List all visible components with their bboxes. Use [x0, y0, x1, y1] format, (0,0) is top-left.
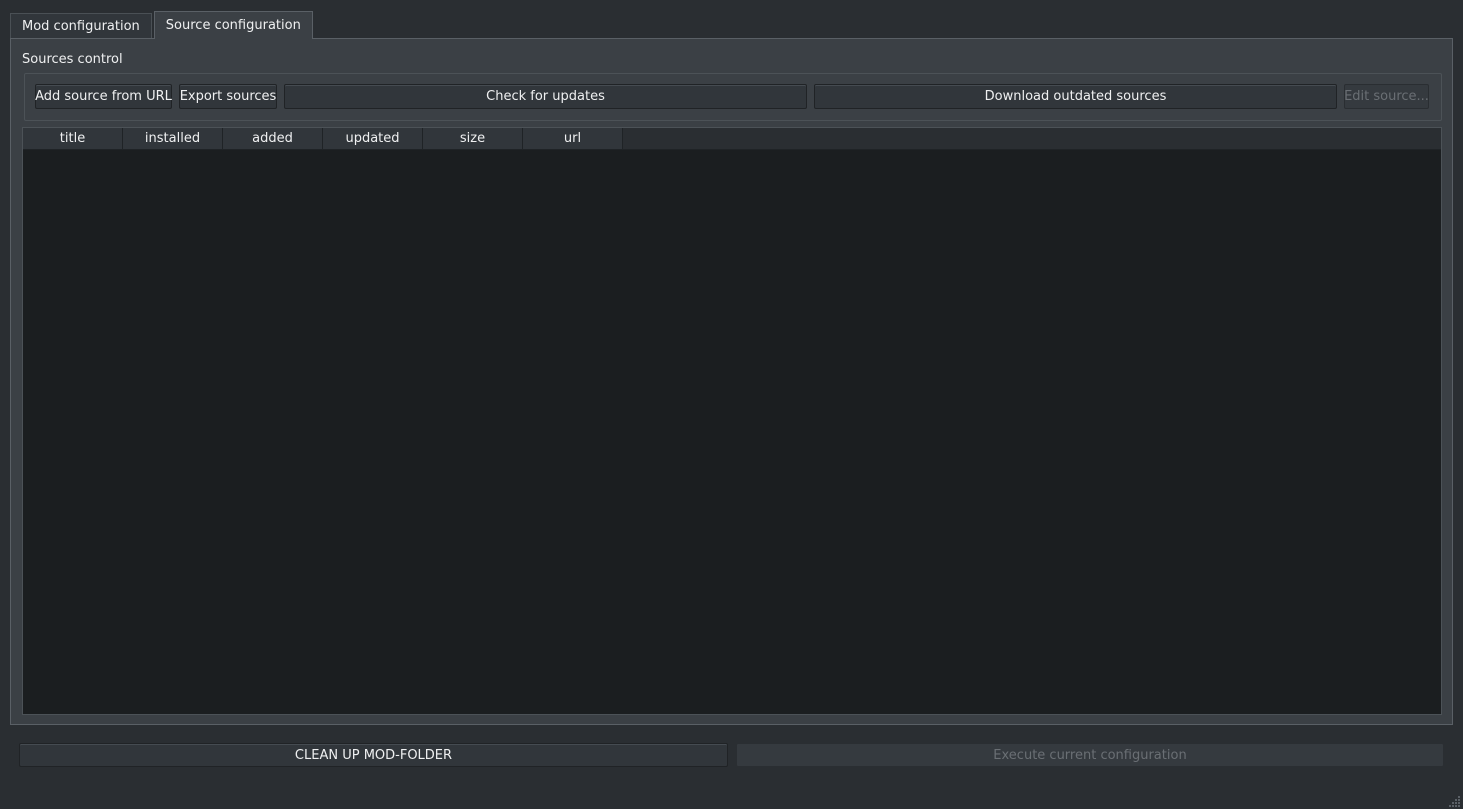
- column-header-size[interactable]: size: [423, 128, 523, 150]
- table-header-filler: [623, 128, 1441, 150]
- column-header-installed[interactable]: installed: [123, 128, 223, 150]
- tab-label: Mod configuration: [22, 19, 140, 34]
- execute-current-configuration-button: Execute current configuration: [736, 743, 1444, 767]
- column-header-added[interactable]: added: [223, 128, 323, 150]
- table-header: title installed added updated size url: [23, 128, 623, 150]
- column-header-title[interactable]: title: [23, 128, 123, 150]
- column-header-url[interactable]: url: [523, 128, 623, 150]
- clean-up-mod-folder-button[interactable]: CLEAN UP MOD-FOLDER: [19, 743, 728, 767]
- tab-source-configuration[interactable]: Source configuration: [153, 11, 313, 39]
- download-outdated-sources-button[interactable]: Download outdated sources: [814, 84, 1337, 109]
- check-for-updates-button[interactable]: Check for updates: [284, 84, 807, 109]
- tab-bar: Mod configuration Source configuration: [10, 11, 315, 39]
- tab-mod-configuration[interactable]: Mod configuration: [10, 13, 152, 39]
- sources-table[interactable]: title installed added updated size url: [22, 127, 1442, 715]
- column-header-updated[interactable]: updated: [323, 128, 423, 150]
- add-source-from-url-button[interactable]: Add source from URL: [35, 84, 172, 109]
- resize-grip-icon[interactable]: [1449, 795, 1461, 807]
- tab-label: Source configuration: [165, 18, 301, 33]
- sources-control-title: Sources control: [22, 52, 123, 67]
- edit-source-button: Edit source...: [1344, 84, 1429, 109]
- source-configuration-page: Sources control Add source from URL Expo…: [10, 38, 1453, 725]
- export-sources-button[interactable]: Export sources: [179, 84, 277, 109]
- table-body[interactable]: [23, 150, 1441, 714]
- main-window: Mod configuration Source configuration S…: [0, 0, 1463, 809]
